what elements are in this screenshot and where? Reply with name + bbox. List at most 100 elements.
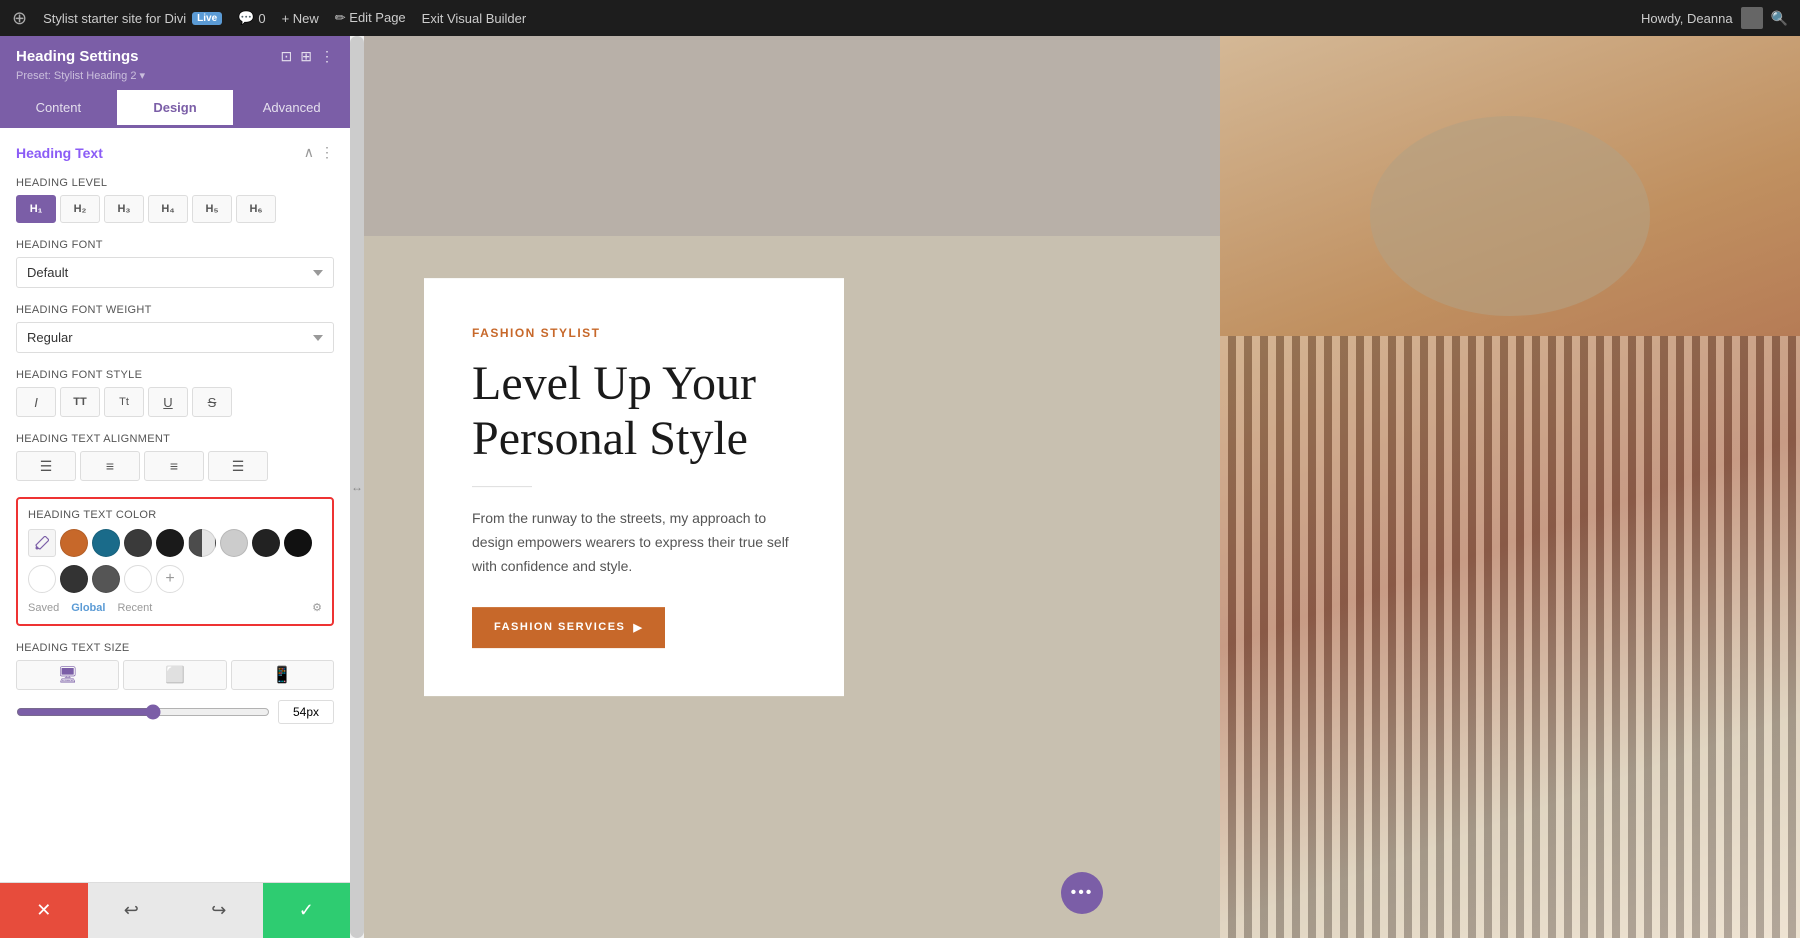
uppercase-button[interactable]: TT xyxy=(60,387,100,417)
edit-page-button[interactable]: ✏ Edit Page xyxy=(335,10,406,26)
main-container: Heading Settings ⊡ ⊞ ⋮ Preset: Stylist H… xyxy=(0,36,1800,938)
site-name[interactable]: Stylist starter site for Divi Live xyxy=(43,11,222,26)
font-style-buttons: I TT Tt U S xyxy=(16,387,334,417)
tablet-device-button[interactable]: ⬜ xyxy=(123,660,226,690)
h6-button[interactable]: H₆ xyxy=(236,195,276,223)
section-options-icon[interactable]: ⋮ xyxy=(320,144,334,161)
card-eyebrow: FASHION STYLIST xyxy=(472,326,796,340)
color-settings-icon[interactable]: ⚙ xyxy=(312,601,322,614)
heading-text-color-label: Heading Text Color xyxy=(28,509,322,521)
cancel-button[interactable]: ✕ xyxy=(0,883,88,938)
tab-content[interactable]: Content xyxy=(0,90,117,128)
three-dots-button[interactable]: ••• xyxy=(1061,872,1103,914)
fashion-services-button[interactable]: FASHION SERVICES ▶ xyxy=(472,607,665,648)
color-swatch-transparent[interactable] xyxy=(124,565,152,593)
eyedropper-button[interactable] xyxy=(28,529,56,557)
panel-header-icons: ⊡ ⊞ ⋮ xyxy=(281,48,334,65)
bottom-bar: ✕ ↩ ↪ ✓ xyxy=(0,882,350,938)
hero-right-photo xyxy=(1220,36,1800,938)
h2-button[interactable]: H₂ xyxy=(60,195,100,223)
panel-columns-icon[interactable]: ⊞ xyxy=(300,48,312,65)
align-right-button[interactable]: ≡ xyxy=(144,451,204,481)
size-slider[interactable] xyxy=(16,704,270,720)
heading-level-field: Heading Level H₁ H₂ H₃ H₄ H₅ H₆ xyxy=(16,177,334,223)
user-avatar[interactable] xyxy=(1741,7,1763,29)
redo-button[interactable]: ↪ xyxy=(175,883,263,938)
heading-font-field: Heading Font Default xyxy=(16,239,334,288)
color-swatch-orange[interactable] xyxy=(60,529,88,557)
heading-level-label: Heading Level xyxy=(16,177,334,189)
heading-text-color-section: Heading Text Color xyxy=(16,497,334,626)
tab-advanced[interactable]: Advanced xyxy=(233,90,350,128)
recent-colors-tab[interactable]: Recent xyxy=(117,602,152,614)
h5-button[interactable]: H₅ xyxy=(192,195,232,223)
color-tabs-row: Saved Global Recent ⚙ xyxy=(28,601,322,614)
section-controls: ∧ ⋮ xyxy=(304,144,334,161)
tab-design[interactable]: Design xyxy=(117,90,234,128)
h4-button[interactable]: H₄ xyxy=(148,195,188,223)
align-left-button[interactable]: ☰ xyxy=(16,451,76,481)
capitalize-button[interactable]: Tt xyxy=(104,387,144,417)
new-button[interactable]: + New xyxy=(282,11,319,26)
eyedropper-icon xyxy=(35,536,49,550)
strikethrough-button[interactable]: S xyxy=(192,387,232,417)
admin-bar-right: Howdy, Deanna 🔍 xyxy=(1641,7,1788,29)
heading-font-style-field: Heading Font Style I TT Tt U S xyxy=(16,369,334,417)
h1-button[interactable]: H₁ xyxy=(16,195,56,223)
left-panel: Heading Settings ⊡ ⊞ ⋮ Preset: Stylist H… xyxy=(0,36,350,938)
alignment-buttons: ☰ ≡ ≡ ☰ xyxy=(16,451,334,481)
hero-section: FASHION STYLIST Level Up Your Personal S… xyxy=(364,36,1800,938)
color-swatch-darkgray[interactable] xyxy=(124,529,152,557)
exit-visual-builder-button[interactable]: Exit Visual Builder xyxy=(422,11,527,26)
size-slider-row xyxy=(16,700,334,724)
color-swatch-black3[interactable] xyxy=(60,565,88,593)
color-swatch-semitransparent[interactable] xyxy=(188,529,216,557)
align-center-button[interactable]: ≡ xyxy=(80,451,140,481)
align-justify-button[interactable]: ☰ xyxy=(208,451,268,481)
save-button[interactable]: ✓ xyxy=(263,883,351,938)
add-color-button[interactable]: + xyxy=(156,565,184,593)
device-buttons: 🖥 ⬜ 📱 xyxy=(16,660,334,690)
heading-font-select[interactable]: Default xyxy=(16,257,334,288)
mobile-device-button[interactable]: 📱 xyxy=(231,660,334,690)
color-swatch-black1[interactable] xyxy=(156,529,184,557)
section-header: Heading Text ∧ ⋮ xyxy=(16,144,334,161)
comments-link[interactable]: 💬 0 xyxy=(238,10,265,26)
heading-level-buttons: H₁ H₂ H₃ H₄ H₅ H₆ xyxy=(16,195,334,223)
color-swatch-black2[interactable] xyxy=(284,529,312,557)
card-divider xyxy=(472,486,532,487)
panel-settings-icon[interactable]: ⊡ xyxy=(281,48,293,65)
section-collapse-icon[interactable]: ∧ xyxy=(304,144,314,161)
saved-colors-tab[interactable]: Saved xyxy=(28,602,59,614)
color-swatch-dark1[interactable] xyxy=(252,529,280,557)
panel-resize-handle[interactable]: ↔ xyxy=(350,36,364,938)
search-icon[interactable]: 🔍 xyxy=(1771,10,1788,27)
right-content: FASHION STYLIST Level Up Your Personal S… xyxy=(364,36,1800,938)
global-colors-tab[interactable]: Global xyxy=(71,602,105,614)
resize-icon: ↔ xyxy=(351,480,363,494)
color-swatch-white[interactable] xyxy=(28,565,56,593)
color-swatches-row1 xyxy=(28,529,322,557)
wp-admin-bar: ⊕ Stylist starter site for Divi Live 💬 0… xyxy=(0,0,1800,36)
wp-logo-icon[interactable]: ⊕ xyxy=(12,8,27,29)
undo-button[interactable]: ↩ xyxy=(88,883,176,938)
color-swatch-teal[interactable] xyxy=(92,529,120,557)
underline-button[interactable]: U xyxy=(148,387,188,417)
desktop-device-button[interactable]: 🖥 xyxy=(16,660,119,690)
preset-row: Preset: Stylist Heading 2 ▾ xyxy=(16,69,334,82)
h3-button[interactable]: H₃ xyxy=(104,195,144,223)
heading-text-alignment-label: Heading Text Alignment xyxy=(16,433,334,445)
heading-text-size-field: Heading Text Size 🖥 ⬜ 📱 xyxy=(16,642,334,724)
card-body: From the runway to the streets, my appro… xyxy=(472,507,796,578)
panel-header: Heading Settings ⊡ ⊞ ⋮ Preset: Stylist H… xyxy=(0,36,350,90)
heading-font-label: Heading Font xyxy=(16,239,334,251)
heading-text-alignment-field: Heading Text Alignment ☰ ≡ ≡ ☰ xyxy=(16,433,334,481)
hero-card: FASHION STYLIST Level Up Your Personal S… xyxy=(424,278,844,696)
color-swatch-gray[interactable] xyxy=(92,565,120,593)
heading-font-weight-label: Heading Font Weight xyxy=(16,304,334,316)
italic-button[interactable]: I xyxy=(16,387,56,417)
size-input[interactable] xyxy=(278,700,334,724)
heading-font-weight-select[interactable]: Regular xyxy=(16,322,334,353)
color-swatch-lightgray[interactable] xyxy=(220,529,248,557)
panel-more-icon[interactable]: ⋮ xyxy=(320,48,334,65)
